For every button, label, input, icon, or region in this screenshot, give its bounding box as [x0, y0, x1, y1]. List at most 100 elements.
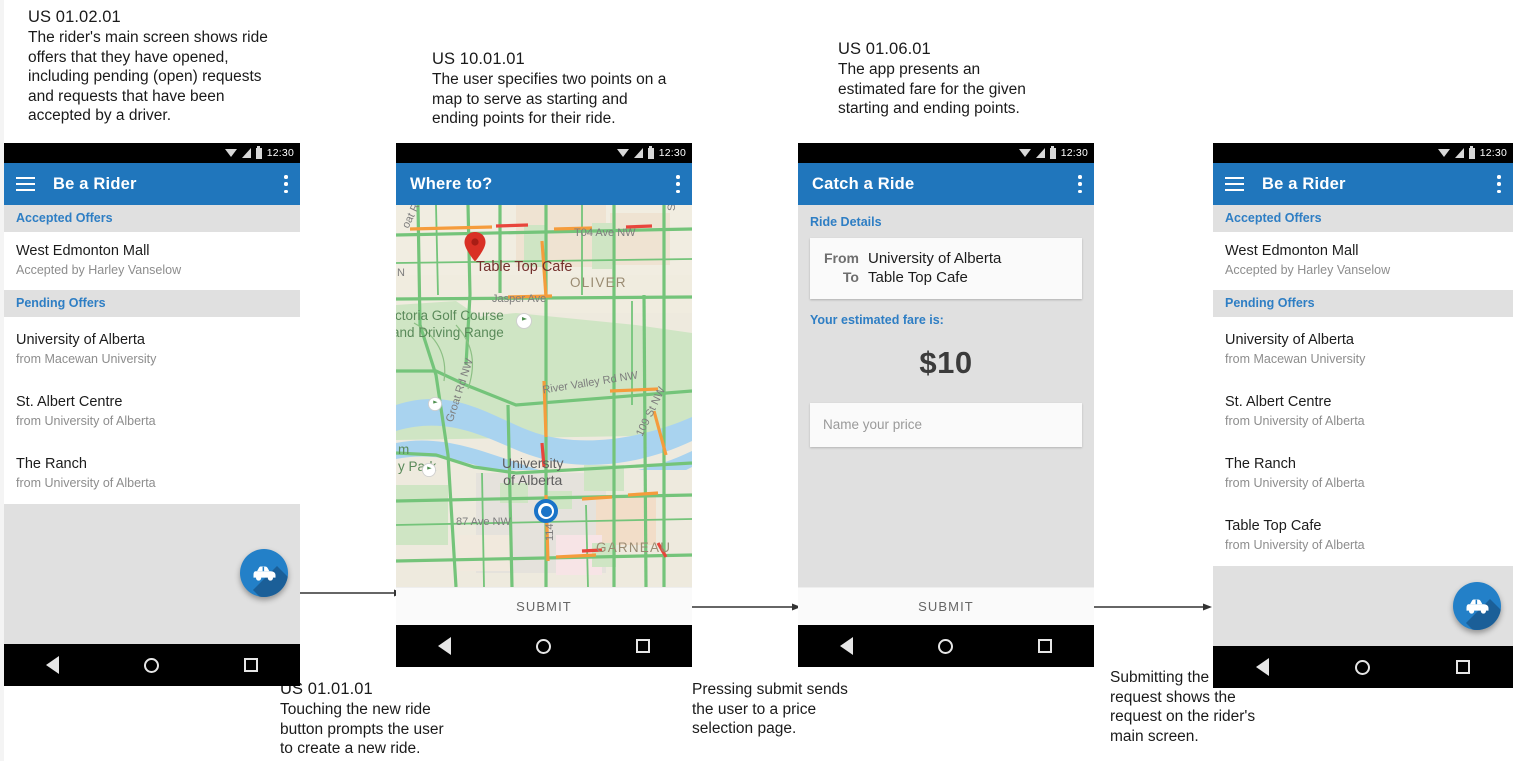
submit-button[interactable]: SUBMIT — [396, 587, 692, 625]
pending-offers-list: University of Alberta from Macewan Unive… — [1213, 317, 1513, 566]
annotation-us-01-02-01: US 01.02.01 The rider's main screen show… — [28, 6, 298, 126]
arrow-screen1-to-screen2 — [284, 589, 403, 597]
list-item[interactable]: The Ranch from University of Alberta — [1213, 446, 1513, 508]
back-button-icon[interactable] — [1256, 658, 1269, 676]
wifi-icon — [1018, 149, 1031, 157]
map-neighbourhood-label: GARNEAU — [596, 540, 672, 555]
status-bar: 12:30 — [396, 143, 692, 163]
phone-screen-catch-a-ride: 12:30 Catch a Ride Ride Details From Uni… — [798, 143, 1094, 667]
status-bar-icons — [224, 145, 262, 159]
android-navigation-bar — [396, 625, 692, 667]
current-location-marker[interactable] — [534, 499, 558, 523]
new-ride-fab-button[interactable] — [240, 549, 288, 597]
battery-icon — [1049, 145, 1056, 159]
list-item[interactable]: St. Albert Centre from University of Alb… — [1213, 384, 1513, 446]
annotation-submit-to-price: Pressing submit sends the user to a pric… — [692, 680, 912, 739]
back-button-icon[interactable] — [438, 637, 452, 655]
home-button-icon[interactable] — [535, 638, 551, 654]
from-label: From — [824, 250, 859, 266]
destination-map-pin-icon[interactable] — [464, 232, 486, 262]
overflow-menu-icon[interactable] — [676, 175, 680, 193]
estimated-fare-label: Your estimated fare is: — [810, 313, 944, 327]
hamburger-menu-icon[interactable] — [16, 177, 35, 191]
submit-button-label: SUBMIT — [918, 599, 974, 614]
overflow-menu-icon[interactable] — [1078, 175, 1082, 193]
hamburger-menu-icon[interactable] — [1225, 177, 1244, 191]
list-item[interactable]: The Ranch from University of Alberta — [4, 446, 300, 504]
map-neighbourhood-label: OLIVER — [570, 275, 627, 290]
signal-icon — [633, 148, 643, 158]
status-bar-icons — [616, 145, 654, 159]
offer-title: St. Albert Centre — [1225, 394, 1332, 410]
app-bar-title: Be a Rider — [53, 174, 137, 193]
map-street-label: Jasper Ave — [492, 293, 547, 305]
home-button-icon[interactable] — [143, 657, 159, 673]
battery-icon — [1468, 145, 1475, 159]
ride-endpoints-card: From University of Alberta To Table Top … — [810, 238, 1082, 299]
recents-button-icon[interactable] — [635, 639, 650, 653]
android-navigation-bar — [1213, 646, 1513, 688]
name-your-price-input[interactable]: Name your price — [810, 403, 1082, 447]
arrow-screen3-to-screen4 — [1083, 603, 1212, 611]
recents-button-icon[interactable] — [1456, 660, 1470, 674]
car-icon — [1466, 599, 1489, 614]
back-button-icon[interactable] — [840, 637, 854, 655]
ride-details-panel: Ride Details From University of Alberta … — [798, 205, 1094, 587]
app-bar: Where to? — [396, 163, 692, 205]
new-ride-fab-button[interactable] — [1453, 582, 1501, 630]
status-bar: 12:30 — [4, 143, 300, 163]
list-item[interactable]: St. Albert Centre from University of Alb… — [4, 384, 300, 446]
annotation-us-01-01-01: US 01.01.01 Touching the new ride button… — [280, 678, 510, 759]
list-item[interactable]: Table Top Cafe from University of Albert… — [1213, 508, 1513, 566]
map-view[interactable]: T04 Ave NW Jasper Ave River Valley Rd NW… — [396, 205, 692, 587]
wifi-icon — [616, 149, 629, 157]
map-street-label: N — [397, 267, 405, 279]
wifi-icon — [1437, 149, 1450, 157]
submit-button[interactable]: SUBMIT — [798, 587, 1094, 625]
destination-pin-label: Table Top Cafe — [476, 259, 573, 275]
map-street-label: T04 Ave NW — [574, 227, 636, 239]
android-navigation-bar — [798, 625, 1094, 667]
status-bar-time: 12:30 — [1060, 147, 1088, 159]
recents-button-icon[interactable] — [243, 658, 258, 672]
accepted-offers-list: West Edmonton Mall Accepted by Harley Va… — [1213, 232, 1513, 290]
offer-title: The Ranch — [16, 456, 87, 472]
annotation-text: Touching the new ride button prompts the… — [280, 701, 444, 757]
recents-button-icon[interactable] — [1037, 639, 1052, 653]
home-button-icon[interactable] — [1355, 659, 1370, 675]
to-row: To Table Top Cafe — [810, 268, 1082, 287]
annotation-us-01-06-01: US 01.06.01 The app presents an estimate… — [838, 38, 1088, 119]
phone-screen-where-to: 12:30 Where to? T04 Ave NW Jasper Ave Ri… — [396, 143, 692, 667]
status-bar-time: 12:30 — [658, 147, 686, 159]
from-row: From University of Alberta — [810, 249, 1082, 268]
offer-subtitle: from Macewan University — [16, 352, 157, 366]
golf-marker-icon — [516, 313, 532, 329]
section-header-accepted: Accepted Offers — [1213, 205, 1513, 232]
overflow-menu-icon[interactable] — [1497, 175, 1501, 193]
section-header-pending: Pending Offers — [1213, 290, 1513, 317]
offer-title: University of Alberta — [16, 332, 145, 348]
golf-marker-icon — [422, 463, 436, 477]
offer-title: West Edmonton Mall — [1225, 243, 1359, 259]
car-icon — [253, 566, 276, 581]
signal-icon — [241, 148, 251, 158]
list-item[interactable]: University of Alberta from Macewan Unive… — [4, 322, 300, 384]
android-navigation-bar — [4, 644, 300, 686]
offer-title: West Edmonton Mall — [16, 243, 150, 259]
phone-screen-rider-main-updated: 12:30 Be a Rider Accepted Offers West Ed… — [1213, 143, 1513, 688]
overflow-menu-icon[interactable] — [284, 175, 288, 193]
offer-title: The Ranch — [1225, 456, 1296, 472]
map-street-label: St NW — [666, 205, 678, 211]
section-header-pending: Pending Offers — [4, 290, 300, 317]
list-item[interactable]: University of Alberta from Macewan Unive… — [1213, 322, 1513, 384]
app-bar-title: Where to? — [410, 174, 493, 193]
back-button-icon[interactable] — [46, 656, 60, 674]
ride-details-label: Ride Details — [810, 215, 882, 229]
status-bar-icons — [1437, 145, 1475, 159]
list-item[interactable]: West Edmonton Mall Accepted by Harley Va… — [1213, 232, 1513, 290]
list-item[interactable]: West Edmonton Mall Accepted by Harley Va… — [4, 232, 300, 290]
phone-screen-rider-main: 12:30 Be a Rider Accepted Offers West Ed… — [4, 143, 300, 686]
poster-canvas: US 01.02.01 The rider's main screen show… — [0, 0, 1516, 761]
battery-icon — [255, 145, 262, 159]
home-button-icon[interactable] — [937, 638, 953, 654]
